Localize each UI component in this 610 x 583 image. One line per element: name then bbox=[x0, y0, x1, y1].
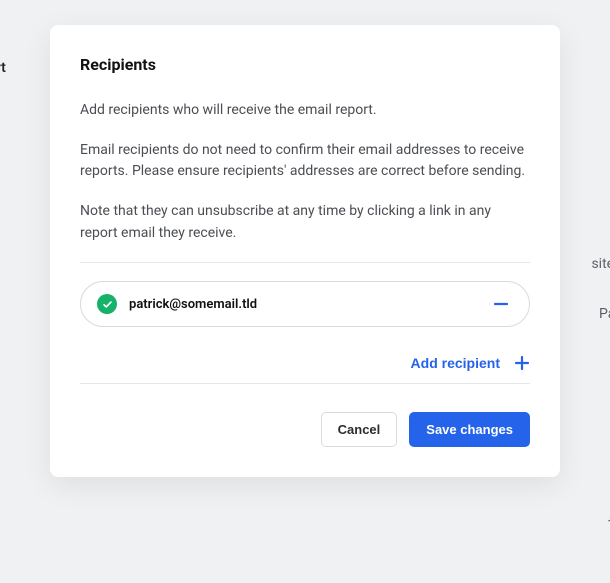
modal-title: Recipients bbox=[80, 55, 530, 74]
description-paragraph: Add recipients who will receive the emai… bbox=[80, 100, 530, 122]
plus-icon bbox=[514, 355, 530, 371]
description-paragraph: Email recipients do not need to confirm … bbox=[80, 140, 530, 183]
divider bbox=[80, 262, 530, 263]
add-recipient-label: Add recipient bbox=[411, 355, 500, 371]
cancel-button[interactable]: Cancel bbox=[321, 412, 398, 447]
modal-description: Add recipients who will receive the emai… bbox=[80, 100, 530, 244]
recipients-modal: Recipients Add recipients who will recei… bbox=[50, 25, 560, 477]
divider bbox=[80, 383, 530, 384]
background-fragment: site-re bbox=[591, 256, 610, 272]
save-changes-button[interactable]: Save changes bbox=[409, 412, 530, 447]
background-fragment: Pat bbox=[599, 306, 610, 322]
remove-recipient-button[interactable] bbox=[489, 292, 513, 316]
recipient-row: patrick@somemail.tld bbox=[80, 281, 530, 327]
add-recipient-button[interactable]: Add recipient bbox=[411, 355, 530, 371]
description-paragraph: Note that they can unsubscribe at any ti… bbox=[80, 201, 530, 244]
verified-check-icon bbox=[97, 294, 117, 314]
minus-icon bbox=[493, 296, 509, 312]
background-fragment: port bbox=[0, 60, 6, 76]
recipient-email: patrick@somemail.tld bbox=[129, 297, 477, 312]
modal-footer: Cancel Save changes bbox=[80, 412, 530, 447]
